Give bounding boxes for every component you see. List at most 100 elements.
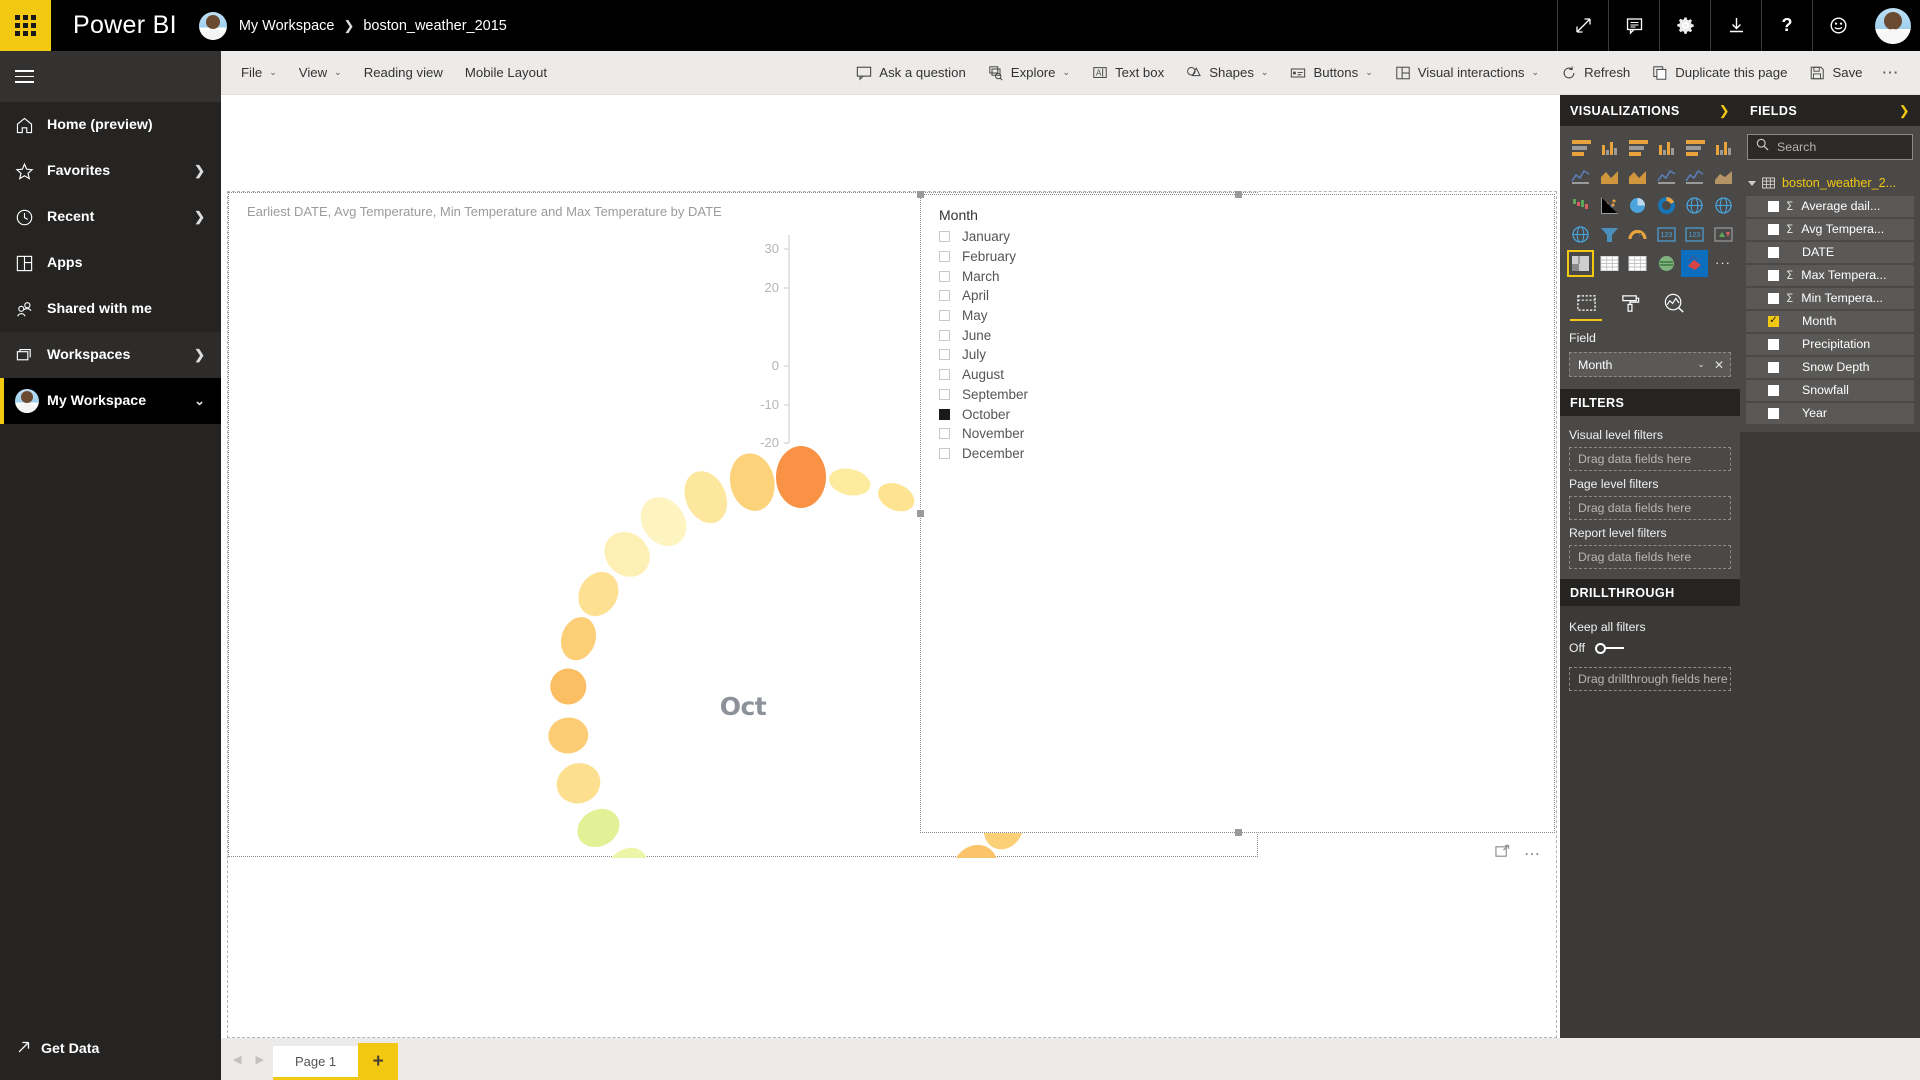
clustered-bar-chart-icon[interactable] [1624,134,1651,161]
checkbox[interactable] [939,231,950,243]
checkbox[interactable] [939,270,950,282]
visual-month-slicer[interactable]: Month January February March April May J… [917,191,1555,863]
field-row-snowfall[interactable]: Snowfall [1746,379,1914,401]
field-row-year[interactable]: Year [1746,402,1914,424]
menu-file[interactable]: File ⌄ [230,51,288,95]
slicer-item-november[interactable]: November [921,424,1554,444]
tab-analytics-pane[interactable] [1652,283,1696,323]
slicer-item-march[interactable]: March [921,266,1554,286]
bubble-day-22[interactable] [551,757,605,809]
resize-handle-middle-left[interactable] [917,510,924,517]
checkbox[interactable] [939,388,950,400]
page-tab-page-1[interactable]: Page 1 [272,1046,359,1080]
clustered-column-chart-icon[interactable] [1653,134,1680,161]
collapse-pane-icon[interactable]: ❯ [1719,103,1730,119]
bubble-day-21[interactable] [570,801,626,854]
line-clustered-column-icon[interactable] [1681,163,1708,190]
checkbox[interactable] [1768,223,1779,235]
explore-button[interactable]: Explore ⌄ [977,51,1081,95]
gear-icon[interactable] [1659,0,1710,51]
sidebar-item-workspaces[interactable]: Workspaces ❯ [0,332,221,378]
download-icon[interactable] [1710,0,1761,51]
stacked-area-chart-icon[interactable] [1624,163,1651,190]
user-avatar[interactable] [1875,7,1911,44]
slicer-item-august[interactable]: August [921,365,1554,385]
bubble-day-2[interactable] [826,465,872,499]
100-stacked-column-chart-icon[interactable] [1710,134,1737,161]
expand-icon[interactable] [1557,0,1608,51]
ask-a-question-button[interactable]: Ask a question [845,51,977,95]
fields-search-box[interactable]: Search [1747,134,1913,160]
brand-title[interactable]: Power BI [73,11,177,40]
checkbox[interactable] [939,251,950,263]
field-row-avg-temperature[interactable]: Σ Avg Tempera... [1746,218,1914,240]
checkbox[interactable] [939,329,950,341]
treemap-icon[interactable] [1681,192,1708,219]
checkbox[interactable] [1768,338,1779,350]
shapes-button[interactable]: Shapes ⌄ [1175,51,1279,95]
stacked-column-chart-icon[interactable] [1596,134,1623,161]
get-data-button[interactable]: Get Data [0,1018,221,1080]
chevron-down-icon[interactable]: ⌄ [1697,359,1705,370]
waterfall-chart-icon[interactable] [1567,192,1594,219]
card-icon[interactable]: 123 [1653,221,1680,248]
bubble-day-23[interactable] [547,716,591,756]
slicer-item-february[interactable]: February [921,247,1554,267]
field-row-date[interactable]: DATE [1746,241,1914,263]
toolbar-overflow-button[interactable]: ⋯ [1874,63,1915,83]
tab-fields-pane[interactable] [1564,283,1608,323]
line-stacked-column-icon[interactable] [1653,163,1680,190]
field-row-snow-depth[interactable]: Snow Depth [1746,356,1914,378]
slicer-item-october[interactable]: October [921,404,1554,424]
multi-row-card-icon[interactable]: 123 [1681,221,1708,248]
python-visual-icon[interactable] [1681,250,1708,277]
slicer-icon[interactable] [1567,250,1594,277]
sidebar-item-home[interactable]: Home (preview) [0,102,221,148]
report-level-filters-dropzone[interactable]: Drag data fields here [1569,545,1731,569]
remove-field-icon[interactable]: ✕ [1714,358,1724,372]
tab-format-pane[interactable] [1608,283,1652,323]
bubble-day-3[interactable] [874,478,919,517]
visual-more-options-icon[interactable]: ⋯ [1524,844,1542,864]
field-well-month[interactable]: Month ⌄ ✕ [1569,352,1731,377]
sidebar-item-apps[interactable]: Apps [0,240,221,286]
filled-map-icon[interactable] [1567,221,1594,248]
checkbox[interactable] [939,428,950,440]
app-launcher-button[interactable] [0,0,51,51]
fields-table-node[interactable]: boston_weather_2... [1746,172,1914,194]
breadcrumb-workspace[interactable]: My Workspace [239,18,335,34]
field-row-precipitation[interactable]: Precipitation [1746,333,1914,355]
slicer-item-january[interactable]: January [921,227,1554,247]
breadcrumb-report[interactable]: boston_weather_2015 [363,18,507,34]
ribbon-chart-icon[interactable] [1710,163,1737,190]
slicer-item-september[interactable]: September [921,385,1554,405]
resize-handle-top-left[interactable] [917,191,924,198]
visual-interactions-button[interactable]: Visual interactions ⌄ [1384,51,1550,95]
focus-mode-icon[interactable] [1495,844,1510,864]
funnel-icon[interactable] [1596,221,1623,248]
add-page-button[interactable]: + [358,1043,399,1080]
sidebar-item-shared-with-me[interactable]: Shared with me [0,286,221,332]
field-row-month[interactable]: Month [1746,310,1914,332]
slicer-item-june[interactable]: June [921,325,1554,345]
comment-icon[interactable] [1608,0,1659,51]
gauge-icon[interactable] [1624,221,1651,248]
line-chart-icon[interactable] [1567,163,1594,190]
sidebar-item-my-workspace[interactable]: My Workspace ⌄ [0,378,221,424]
menu-view[interactable]: View ⌄ [288,51,353,95]
map-icon[interactable] [1710,192,1737,219]
checkbox-checked[interactable] [939,408,950,420]
collapse-pane-icon[interactable]: ❯ [1899,103,1910,119]
more-options-icon[interactable]: ··· [1710,250,1737,277]
checkbox[interactable] [1768,361,1779,373]
checkbox[interactable] [1768,384,1779,396]
sidebar-item-recent[interactable]: Recent ❯ [0,194,221,240]
drillthrough-fields-dropzone[interactable]: Drag drillthrough fields here [1569,667,1731,691]
nav-toggle-button[interactable] [0,51,221,102]
area-chart-icon[interactable] [1596,163,1623,190]
checkbox-checked[interactable] [1768,315,1779,327]
text-box-button[interactable]: A Text box [1081,51,1175,95]
checkbox[interactable] [939,290,950,302]
r-script-visual-icon[interactable] [1653,250,1680,277]
checkbox[interactable] [939,369,950,381]
